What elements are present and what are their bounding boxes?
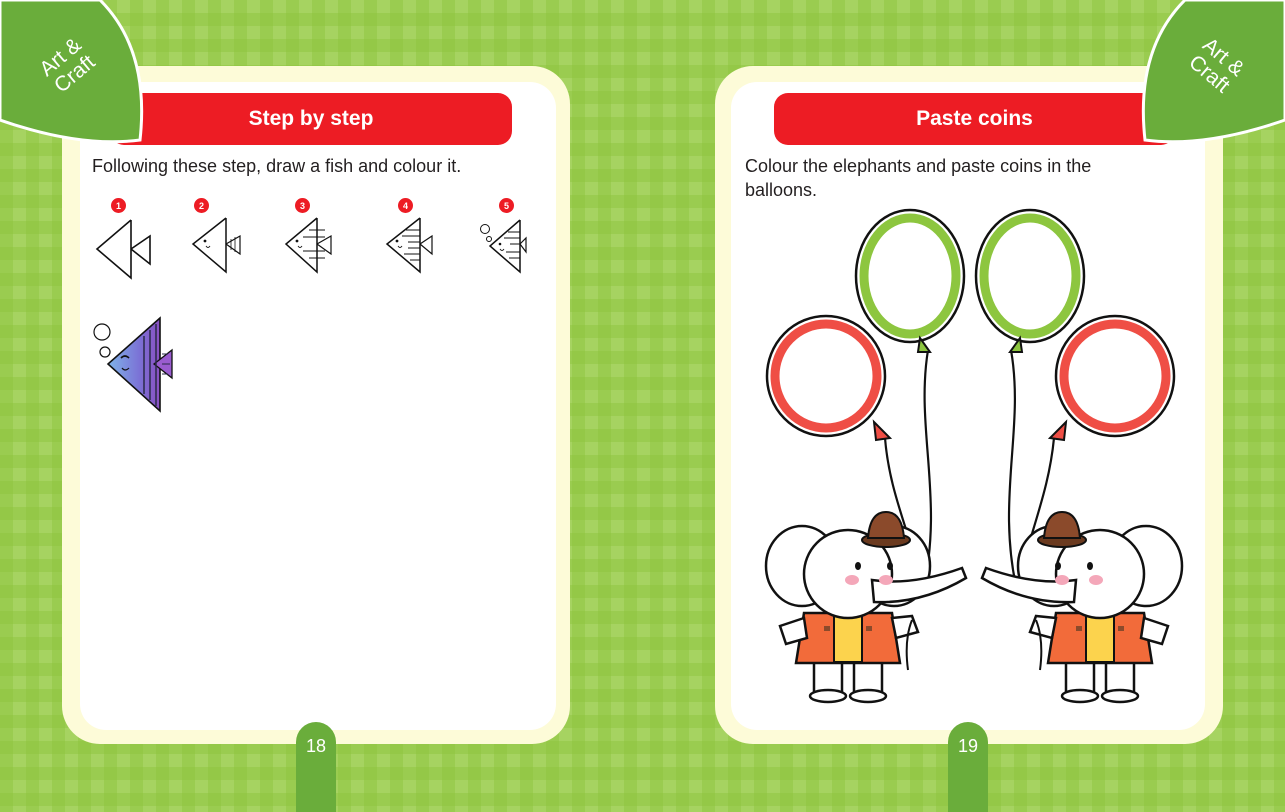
right-page-instruction: Colour the elephants and paste coins in … [745, 156, 1092, 200]
fish-step-2-drawing [191, 217, 241, 274]
fish-step-3-drawing [284, 217, 332, 274]
elephant-left-illustration [764, 510, 968, 704]
fish-step-1-drawing [95, 219, 151, 280]
red-balloon-right [1047, 314, 1176, 442]
green-balloon-left [854, 208, 966, 353]
right-page-number: 19 [948, 722, 988, 812]
fish-step-5-drawing [480, 219, 527, 274]
step-badge-2: 2 [194, 198, 209, 213]
right-page-title: Paste coins [774, 93, 1175, 145]
red-balloon-left [765, 314, 893, 442]
step-badge-4: 4 [398, 198, 413, 213]
colored-fish-drawing [93, 316, 173, 413]
step-badge-1: 1 [111, 198, 126, 213]
fish-step-4-drawing [385, 217, 433, 274]
left-page-instruction: Following these step, draw a fish and co… [92, 156, 462, 176]
step-badge-5: 5 [499, 198, 514, 213]
green-balloon-right [974, 208, 1086, 353]
left-page-title: Step by step [110, 93, 512, 145]
left-page-number: 18 [296, 722, 336, 812]
elephant-right-illustration [980, 510, 1184, 704]
step-badge-3: 3 [295, 198, 310, 213]
